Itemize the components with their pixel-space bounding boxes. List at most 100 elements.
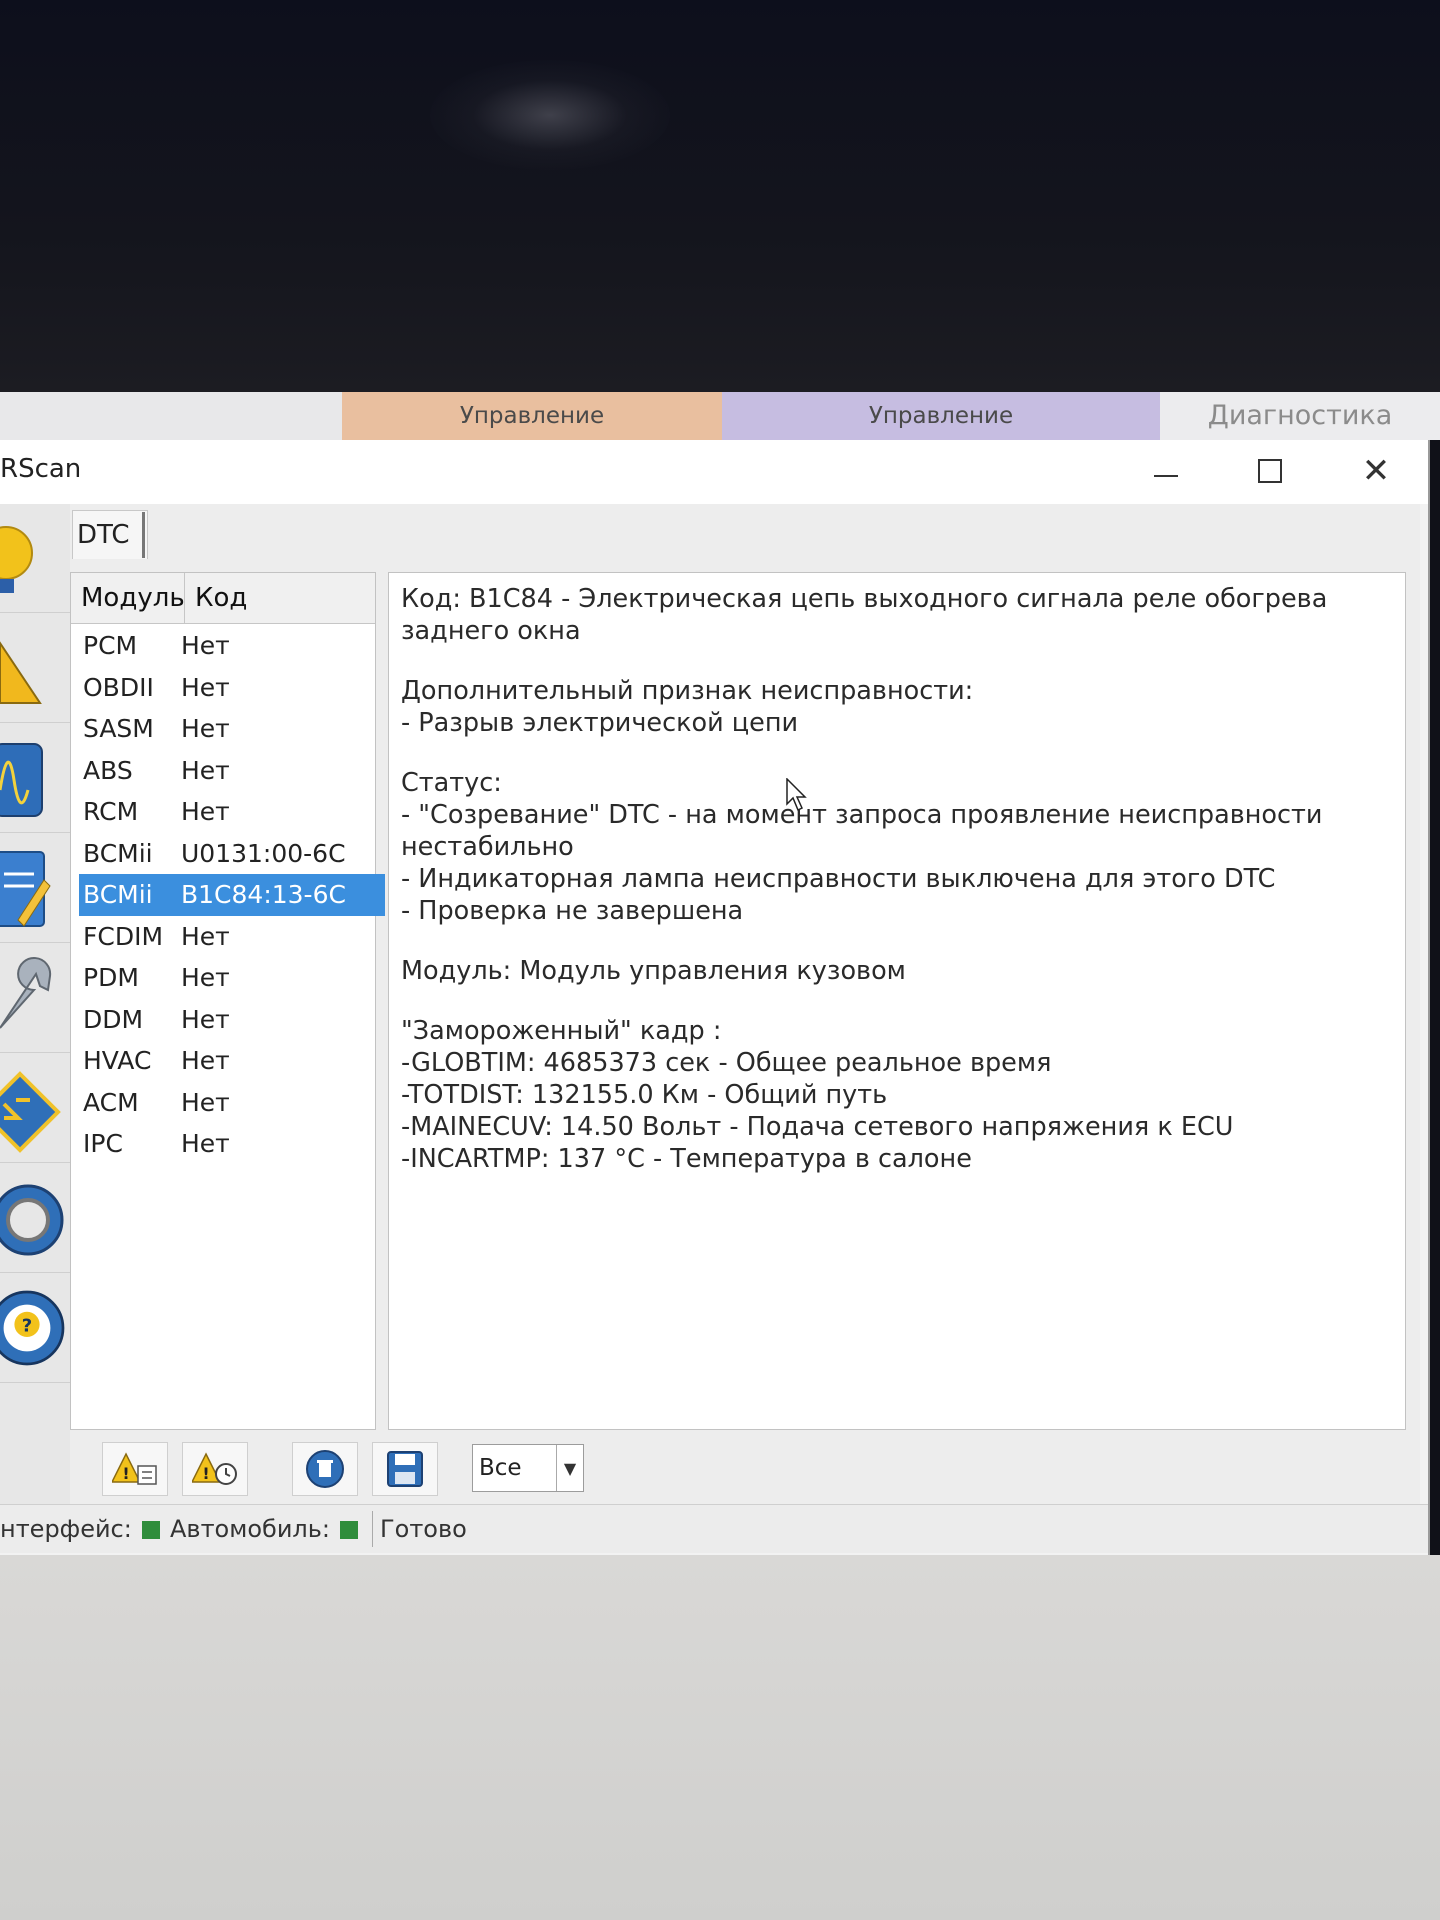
minimize-icon — [1154, 475, 1178, 477]
module-name: SASM — [83, 714, 154, 743]
module-code: Нет — [181, 714, 230, 743]
module-row-ddm[interactable]: DDM Нет — [71, 999, 375, 1041]
wrench-icon — [0, 957, 52, 1029]
tab-diagnostika[interactable]: Диагностика — [1160, 392, 1440, 440]
status-item-1: - "Созревание" DTC - на момент запроса п… — [401, 800, 1323, 862]
minimize-button[interactable] — [1138, 448, 1194, 494]
column-header-code[interactable]: Код — [185, 573, 375, 623]
module-code: Нет — [181, 755, 230, 785]
module-row-obdii[interactable]: OBDII Нет — [71, 667, 375, 709]
module-name: BCMii — [83, 838, 153, 868]
dtc-detail-text: Код: B1C84 - Электрическая цепь выходног… — [401, 583, 1391, 1175]
module-row-bcmii-2-selected[interactable]: BCMii B1C84:13-6C — [79, 874, 385, 916]
module-name: OBDII — [83, 672, 154, 702]
module-row-sasm[interactable]: SASM Нет — [71, 708, 375, 750]
module-list-header: Модуль Код — [71, 573, 375, 624]
module-row-hvac[interactable]: HVAC Нет — [71, 1040, 375, 1082]
module-code: Нет — [181, 631, 230, 660]
module-row-acm[interactable]: ACM Нет — [71, 1082, 375, 1124]
clear-dtc-button[interactable] — [292, 1442, 358, 1496]
mouse-cursor-icon — [786, 778, 807, 812]
module-name: PCM — [83, 631, 138, 660]
extra-symptom-item: - Разрыв электрической цепи — [401, 708, 799, 738]
status-title: Статус: — [401, 768, 502, 798]
report-icon — [0, 851, 51, 927]
tab-upravlenie-2[interactable]: Управление — [722, 392, 1160, 440]
module-name: PDM — [83, 963, 139, 992]
warning-icon — [0, 641, 42, 704]
module-row-pdm[interactable]: PDM Нет — [71, 957, 375, 999]
close-icon: ✕ — [1361, 451, 1391, 491]
side-button-settings[interactable] — [0, 1164, 72, 1273]
save-button[interactable] — [372, 1442, 438, 1496]
interface-status-led — [142, 1521, 160, 1539]
module-name: BCMii — [83, 880, 153, 909]
chip-icon — [0, 1071, 61, 1153]
column-header-module[interactable]: Модуль — [71, 573, 185, 623]
side-button-help[interactable]: ? — [0, 1274, 72, 1383]
tab-dtc[interactable]: DTC — [72, 510, 148, 559]
module-code: Нет — [181, 1046, 230, 1075]
module-name: ABS — [83, 755, 133, 785]
tab-divider — [142, 512, 145, 558]
warning-clock-icon: ! — [192, 1452, 237, 1485]
interface-label: нтерфейс: — [0, 1515, 132, 1543]
content-frame: DTC Модуль Код PCM Нет OBDII Нет SASM Нет A… — [70, 504, 1420, 1504]
module-row-abs[interactable]: ABS Нет — [71, 750, 375, 792]
gear-icon — [0, 1184, 64, 1256]
module-row-bcmii-1[interactable]: BCMii U0131:00-6C — [71, 833, 375, 875]
module-list-panel: Модуль Код PCM Нет OBDII Нет SASM Нет ABS Не… — [70, 572, 385, 1430]
module-row-fcdim[interactable]: FCDIM Нет — [71, 916, 375, 958]
bottom-toolbar: ! ! Все ▼ — [70, 1438, 1420, 1498]
module-code: Нет — [181, 1129, 230, 1158]
module-code: Нет — [181, 921, 230, 951]
freeze-frame-totdist: -TOTDIST: 132155.0 Км - Общий путь — [401, 1080, 888, 1110]
module-row-pcm[interactable]: PCM Нет — [71, 625, 375, 667]
module-name: HVAC — [83, 1046, 152, 1075]
window-title: RScan — [0, 454, 82, 484]
module-list: PCM Нет OBDII Нет SASM Нет ABS Нет RCM Нет BC… — [71, 625, 385, 1165]
dtc-detail-panel: Код: B1C84 - Электрическая цепь выходног… — [388, 572, 1406, 1430]
close-button[interactable]: ✕ — [1348, 448, 1404, 494]
module-code: Нет — [181, 672, 230, 702]
trash-icon — [306, 1450, 344, 1488]
maximize-icon — [1258, 459, 1282, 483]
status-ready-text: Готово — [380, 1515, 467, 1543]
module-row-ipc[interactable]: IPC Нет — [71, 1123, 375, 1165]
module-name: ACM — [83, 1087, 139, 1117]
side-button-lamp[interactable] — [0, 504, 72, 613]
module-name: IPC — [83, 1129, 123, 1158]
rscan-window: RScan ✕ ? DTC Модуль Код PCM Нет OBDII Н… — [0, 440, 1430, 1557]
module-code: Нет — [181, 1087, 230, 1117]
dtc-refresh-button[interactable]: ! — [182, 1442, 248, 1496]
dtc-list-button[interactable]: ! — [102, 1442, 168, 1496]
freeze-frame-title: "Замороженный" кадр : — [401, 1016, 722, 1046]
floppy-disk-icon — [387, 1451, 423, 1487]
side-button-oscilloscope[interactable] — [0, 724, 72, 833]
freeze-frame-mainecuv: -MAINECUV: 14.50 Вольт - Подача сетевого… — [401, 1112, 1234, 1142]
maximize-button[interactable] — [1242, 448, 1298, 494]
background-glow — [430, 60, 670, 170]
side-button-chip[interactable] — [0, 1054, 72, 1163]
side-toolbar: ? — [0, 504, 81, 1504]
tab-upravlenie-1[interactable]: Управление — [342, 392, 722, 440]
freeze-frame-incartmp: -INCARTMP: 137 °C - Температура в салоне — [401, 1144, 972, 1174]
module-code: Нет — [181, 963, 230, 992]
help-wheel-icon: ? — [0, 1290, 65, 1366]
freeze-frame-globtim: -GLOBTIM: 4685373 сек - Общее реальное в… — [401, 1048, 1052, 1078]
module-row-rcm[interactable]: RCM Нет — [71, 791, 375, 833]
oscilloscope-icon — [0, 743, 43, 817]
status-bar: нтерфейс: Автомобиль: Готово — [0, 1504, 1428, 1553]
filter-select[interactable]: Все ▼ — [472, 1444, 584, 1492]
lamp-icon — [0, 526, 33, 593]
side-button-warning[interactable] — [0, 614, 72, 723]
filter-select-value: Все — [479, 1455, 522, 1481]
module-code: U0131:00-6C — [181, 838, 346, 868]
module-name: RCM — [83, 797, 139, 826]
svg-text:?: ? — [22, 1316, 32, 1337]
svg-text:!: ! — [202, 1464, 209, 1483]
side-button-wrench[interactable] — [0, 944, 72, 1053]
module-code: Нет — [181, 1004, 230, 1034]
title-bar: RScan ✕ — [0, 440, 1428, 504]
side-button-report[interactable] — [0, 834, 72, 943]
